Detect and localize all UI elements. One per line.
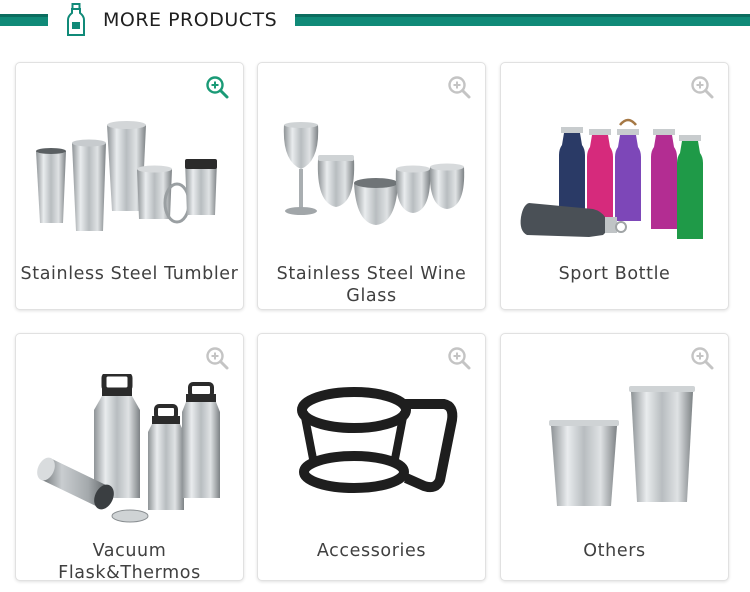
product-image-wine-glass <box>283 122 465 225</box>
product-image-others <box>549 386 695 506</box>
zoom-in-icon[interactable] <box>205 346 230 371</box>
zoom-in-icon[interactable] <box>447 346 472 371</box>
product-label[interactable]: Accessories <box>262 540 481 562</box>
product-card-accessories[interactable]: Accessories <box>257 333 486 581</box>
product-label[interactable]: Vacuum Flask&Thermos <box>20 540 239 584</box>
product-label[interactable]: Sport Bottle <box>505 263 724 285</box>
zoom-in-icon[interactable] <box>690 346 715 371</box>
product-label[interactable]: Stainless Steel Wine Glass <box>262 263 481 307</box>
zoom-in-icon[interactable] <box>690 75 715 100</box>
product-card-wine-glass[interactable]: Stainless Steel Wine Glass <box>257 62 486 310</box>
product-card-others[interactable]: Others <box>500 333 729 581</box>
section-title: MORE PRODUCTS <box>103 9 278 31</box>
product-image-accessories <box>297 387 458 493</box>
zoom-in-icon[interactable] <box>447 75 472 100</box>
product-card-vacuum-flask[interactable]: Vacuum Flask&Thermos <box>15 333 244 584</box>
product-image-tumbler <box>36 121 217 231</box>
header-bar-left <box>0 14 48 26</box>
product-card-sport-bottle[interactable]: Sport Bottle <box>500 62 729 310</box>
section-header: MORE PRODUCTS <box>0 0 750 40</box>
product-label[interactable]: Stainless Steel Tumbler <box>20 263 239 285</box>
product-image-sport-bottle <box>520 118 703 239</box>
product-card-tumbler[interactable]: Stainless Steel Tumbler <box>15 62 244 310</box>
product-label[interactable]: Others <box>505 540 724 562</box>
product-image-vacuum-flask <box>37 374 220 523</box>
header-bar-right <box>295 14 750 26</box>
zoom-in-icon[interactable] <box>205 75 230 100</box>
bottle-icon <box>67 3 85 36</box>
